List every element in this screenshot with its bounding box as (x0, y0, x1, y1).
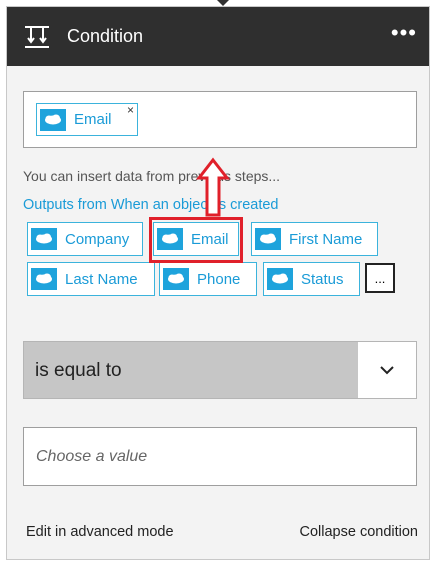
chevron-down-icon[interactable] (358, 342, 416, 398)
output-token-last-name[interactable]: Last Name (27, 262, 155, 296)
hint-text: You can insert data from previous steps.… (23, 168, 281, 184)
value-input[interactable] (23, 427, 417, 486)
salesforce-icon (31, 268, 57, 290)
card-title: Condition (67, 26, 144, 46)
salesforce-icon (31, 228, 57, 250)
token-label: Status (301, 270, 344, 288)
operator-selected-value: is equal to (35, 360, 122, 381)
selected-token-email[interactable]: Email × (36, 103, 138, 136)
edit-advanced-mode-link[interactable]: Edit in advanced mode (26, 524, 174, 540)
salesforce-icon (40, 108, 66, 131)
token-label: Last Name (65, 270, 138, 288)
token-label: Email (74, 111, 112, 128)
close-icon[interactable]: × (127, 103, 134, 117)
outputs-section-label: Outputs from When an object is created (23, 197, 279, 213)
salesforce-icon (267, 268, 293, 290)
output-token-status[interactable]: Status (263, 262, 360, 296)
salesforce-icon (157, 228, 183, 250)
panel-pointer (217, 0, 229, 6)
token-label: First Name (289, 230, 363, 248)
token-label: Phone (197, 270, 241, 288)
token-label: Email (191, 230, 229, 248)
condition-header: Condition ••• (7, 7, 429, 66)
output-token-first-name[interactable]: First Name (251, 222, 378, 256)
condition-card: Condition ••• Email × You can insert dat… (6, 6, 430, 560)
more-outputs-button[interactable]: ... (365, 263, 395, 293)
salesforce-icon (255, 228, 281, 250)
more-options-icon[interactable]: ••• (391, 22, 417, 44)
salesforce-icon (163, 268, 189, 290)
condition-field[interactable]: Email × (23, 91, 417, 148)
operator-dropdown[interactable]: is equal to (23, 341, 417, 399)
token-label: Company (65, 230, 130, 248)
output-token-phone[interactable]: Phone (159, 262, 257, 296)
output-token-email[interactable]: Email (153, 222, 239, 256)
condition-icon (23, 23, 51, 51)
collapse-condition-link[interactable]: Collapse condition (300, 524, 419, 540)
output-token-company[interactable]: Company (27, 222, 143, 256)
